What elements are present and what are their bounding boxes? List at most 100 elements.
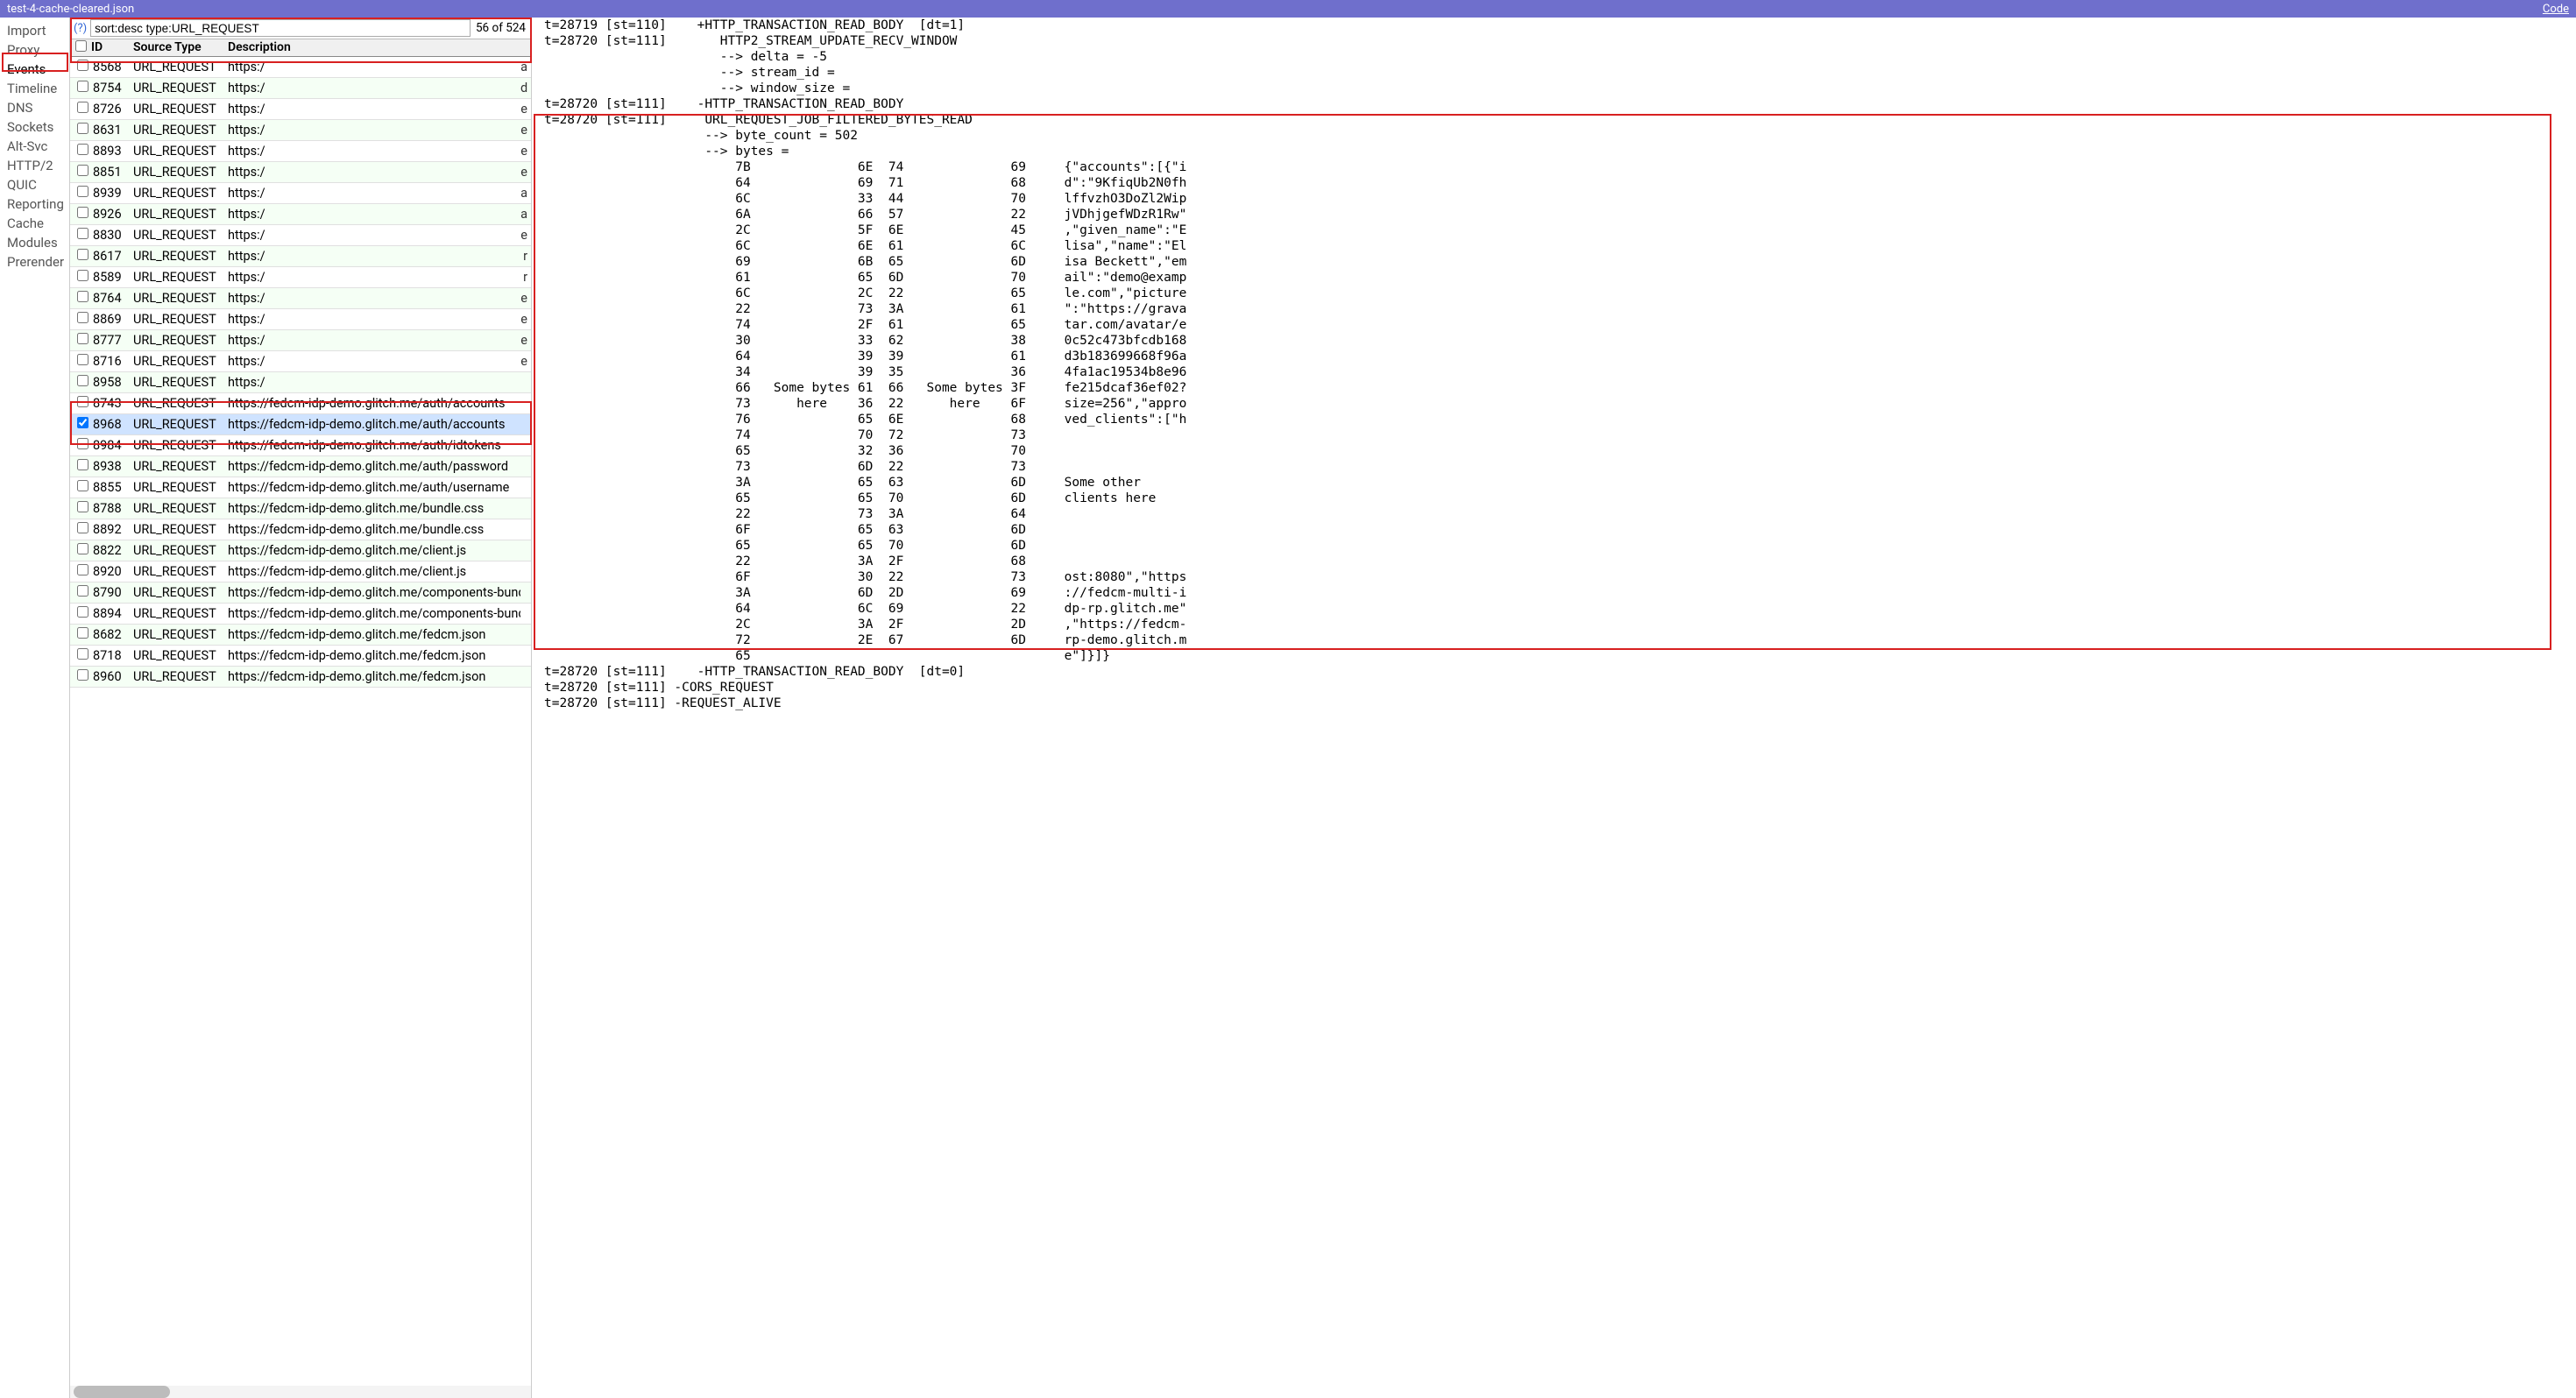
row-checkbox[interactable] xyxy=(77,144,88,155)
table-row[interactable]: 8855URL_REQUESThttps://fedcm-idp-demo.gl… xyxy=(70,477,531,498)
row-checkbox[interactable] xyxy=(77,249,88,260)
row-checkbox[interactable] xyxy=(77,207,88,218)
row-checkbox[interactable] xyxy=(77,627,88,639)
table-row[interactable]: 8830URL_REQUESThttps:/e xyxy=(70,225,531,246)
table-row[interactable]: 8892URL_REQUESThttps://fedcm-idp-demo.gl… xyxy=(70,519,531,540)
table-row[interactable]: 8777URL_REQUESThttps:/e xyxy=(70,330,531,351)
row-checkbox[interactable] xyxy=(77,291,88,302)
row-checkbox[interactable] xyxy=(77,501,88,512)
table-row[interactable]: 8682URL_REQUESThttps://fedcm-idp-demo.gl… xyxy=(70,625,531,646)
filter-input[interactable] xyxy=(90,19,471,37)
row-source-type: URL_REQUEST xyxy=(133,291,228,306)
table-row[interactable]: 8568URL_REQUESThttps:/a xyxy=(70,57,531,78)
table-row[interactable]: 8939URL_REQUESThttps:/a xyxy=(70,183,531,204)
table-row[interactable]: 8893URL_REQUESThttps:/e xyxy=(70,141,531,162)
table-row[interactable]: 8968URL_REQUESThttps://fedcm-idp-demo.gl… xyxy=(70,414,531,435)
row-checkbox[interactable] xyxy=(77,186,88,197)
table-rows[interactable]: 8568URL_REQUESThttps:/a8754URL_REQUESTht… xyxy=(70,57,531,1386)
table-row[interactable]: 8726URL_REQUESThttps:/e xyxy=(70,99,531,120)
row-checkbox[interactable] xyxy=(77,165,88,176)
table-row[interactable]: 8743URL_REQUESThttps://fedcm-idp-demo.gl… xyxy=(70,393,531,414)
row-description: https:/ xyxy=(228,354,520,369)
row-description: https:/ xyxy=(228,144,520,159)
nav-modules[interactable]: Modules xyxy=(0,233,69,252)
table-row[interactable]: 8764URL_REQUESThttps:/e xyxy=(70,288,531,309)
table-row[interactable]: 8984URL_REQUESThttps://fedcm-idp-demo.gl… xyxy=(70,435,531,456)
table-row[interactable]: 8960URL_REQUESThttps://fedcm-idp-demo.gl… xyxy=(70,667,531,688)
table-row[interactable]: 8589URL_REQUESThttps:/r xyxy=(70,267,531,288)
table-row[interactable]: 8958URL_REQUESThttps:/ xyxy=(70,372,531,393)
row-source-type: URL_REQUEST xyxy=(133,270,228,285)
row-letter: e xyxy=(520,144,531,159)
row-checkbox[interactable] xyxy=(77,375,88,386)
row-source-type: URL_REQUEST xyxy=(133,375,228,390)
nav-dns[interactable]: DNS xyxy=(0,98,69,117)
row-checkbox[interactable] xyxy=(77,585,88,597)
nav-prerender[interactable]: Prerender xyxy=(0,252,69,272)
table-row[interactable]: 8716URL_REQUESThttps:/e xyxy=(70,351,531,372)
table-row[interactable]: 8926URL_REQUESThttps:/a xyxy=(70,204,531,225)
row-source-type: URL_REQUEST xyxy=(133,417,228,432)
nav-cache[interactable]: Cache xyxy=(0,214,69,233)
row-checkbox[interactable] xyxy=(77,417,88,428)
nav-import[interactable]: Import xyxy=(0,21,69,40)
row-checkbox[interactable] xyxy=(77,354,88,365)
nav-altsvc[interactable]: Alt-Svc xyxy=(0,137,69,156)
row-checkbox[interactable] xyxy=(77,396,88,407)
row-id: 8855 xyxy=(91,480,133,495)
row-checkbox[interactable] xyxy=(77,459,88,470)
nav-timeline[interactable]: Timeline xyxy=(0,79,69,98)
row-source-type: URL_REQUEST xyxy=(133,522,228,537)
row-checkbox[interactable] xyxy=(77,669,88,681)
table-row[interactable]: 8869URL_REQUESThttps:/e xyxy=(70,309,531,330)
nav-http2[interactable]: HTTP/2 xyxy=(0,156,69,175)
nav-quic[interactable]: QUIC xyxy=(0,175,69,194)
h-scrollbar[interactable] xyxy=(70,1386,531,1398)
table-row[interactable]: 8617URL_REQUESThttps:/r xyxy=(70,246,531,267)
header-id[interactable]: ID xyxy=(91,40,133,55)
nav-proxy[interactable]: Proxy xyxy=(0,40,69,60)
row-checkbox[interactable] xyxy=(77,564,88,575)
header-source-type[interactable]: Source Type xyxy=(133,40,228,55)
row-id: 8938 xyxy=(91,459,133,474)
table-row[interactable]: 8851URL_REQUESThttps:/e xyxy=(70,162,531,183)
row-checkbox[interactable] xyxy=(77,522,88,533)
table-row[interactable]: 8754URL_REQUESThttps:/d xyxy=(70,78,531,99)
table-row[interactable]: 8920URL_REQUESThttps://fedcm-idp-demo.gl… xyxy=(70,561,531,582)
row-checkbox[interactable] xyxy=(77,228,88,239)
row-description: https:/ xyxy=(228,228,520,243)
row-checkbox[interactable] xyxy=(77,333,88,344)
row-checkbox[interactable] xyxy=(77,60,88,71)
row-source-type: URL_REQUEST xyxy=(133,228,228,243)
row-checkbox[interactable] xyxy=(77,438,88,449)
row-checkbox[interactable] xyxy=(77,123,88,134)
filter-row: (?) 56 of 524 xyxy=(70,18,531,39)
table-row[interactable]: 8788URL_REQUESThttps://fedcm-idp-demo.gl… xyxy=(70,498,531,519)
row-checkbox[interactable] xyxy=(77,648,88,660)
table-row[interactable]: 8790URL_REQUESThttps://fedcm-idp-demo.gl… xyxy=(70,582,531,604)
table-row[interactable]: 8894URL_REQUESThttps://fedcm-idp-demo.gl… xyxy=(70,604,531,625)
row-id: 8939 xyxy=(91,186,133,201)
row-checkbox[interactable] xyxy=(77,102,88,113)
row-checkbox[interactable] xyxy=(77,543,88,554)
code-link[interactable]: Code xyxy=(2543,3,2569,16)
table-row[interactable]: 8938URL_REQUESThttps://fedcm-idp-demo.gl… xyxy=(70,456,531,477)
nav-reporting[interactable]: Reporting xyxy=(0,194,69,214)
row-id: 8960 xyxy=(91,669,133,684)
row-checkbox[interactable] xyxy=(77,270,88,281)
row-description: https:/ xyxy=(228,60,520,74)
table-row[interactable]: 8631URL_REQUESThttps:/e xyxy=(70,120,531,141)
row-checkbox[interactable] xyxy=(77,606,88,618)
nav-events[interactable]: Events xyxy=(0,60,69,79)
table-row[interactable]: 8822URL_REQUESThttps://fedcm-idp-demo.gl… xyxy=(70,540,531,561)
details-panel[interactable]: t=28719 [st=110] +HTTP_TRANSACTION_READ_… xyxy=(532,18,2576,1398)
row-checkbox[interactable] xyxy=(77,480,88,491)
row-checkbox[interactable] xyxy=(77,81,88,92)
filter-help[interactable]: (?) xyxy=(74,22,87,35)
header-description[interactable]: Description xyxy=(228,40,531,55)
header-checkbox[interactable] xyxy=(75,40,87,52)
table-row[interactable]: 8718URL_REQUESThttps://fedcm-idp-demo.gl… xyxy=(70,646,531,667)
row-description: https://fedcm-idp-demo.glitch.me/auth/id… xyxy=(228,438,520,453)
row-checkbox[interactable] xyxy=(77,312,88,323)
nav-sockets[interactable]: Sockets xyxy=(0,117,69,137)
